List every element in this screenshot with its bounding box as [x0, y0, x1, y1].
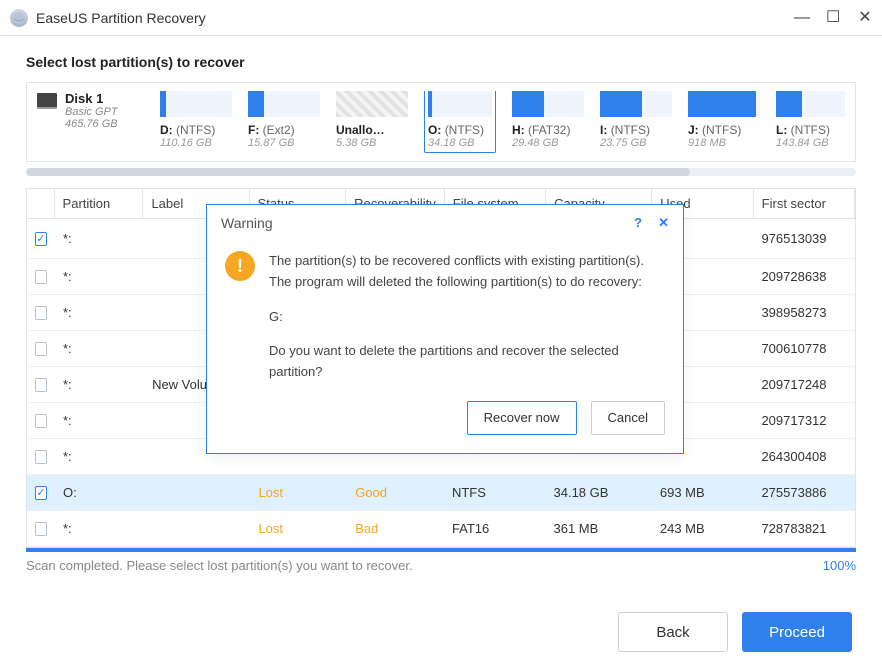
row-status: Lost: [250, 511, 347, 546]
row-partition: *:: [55, 403, 144, 438]
row-partition: O:: [55, 475, 144, 510]
partition-card[interactable]: O: (NTFS)34.18 GB: [424, 91, 496, 153]
row-first-sector: 728783821: [753, 511, 855, 546]
status-message: Scan completed. Please select lost parti…: [26, 558, 413, 573]
close-button[interactable]: ✕: [858, 10, 872, 26]
row-partition: *:: [55, 259, 144, 294]
row-recoverability: Bad: [347, 511, 444, 546]
app-title: EaseUS Partition Recovery: [36, 10, 206, 26]
row-first-sector: 209717248: [753, 367, 855, 402]
row-recoverability: Good: [347, 475, 444, 510]
cancel-button[interactable]: Cancel: [591, 401, 665, 435]
disk-info: Disk 1 Basic GPT 465.76 GB: [37, 91, 142, 130]
title-bar: EaseUS Partition Recovery — ☐ ✕: [0, 0, 882, 36]
disk-size: 465.76 GB: [65, 118, 118, 130]
row-first-sector: 264300408: [753, 439, 855, 474]
row-first-sector: 700610778: [753, 331, 855, 366]
row-label: [144, 475, 250, 510]
warning-icon: !: [225, 251, 255, 281]
minimize-button[interactable]: —: [794, 10, 808, 26]
partition-card[interactable]: J: (NTFS)918 MB: [688, 91, 760, 153]
row-first-sector: 209717312: [753, 403, 855, 438]
warning-dialog: Warning ? ✕ ! The partition(s) to be rec…: [206, 204, 684, 454]
table-row[interactable]: *: LostBadFAT16361 MB243 MB728783821: [27, 511, 855, 547]
row-checkbox[interactable]: [35, 378, 47, 392]
col-firstsect[interactable]: First sector: [754, 189, 855, 218]
recover-now-button[interactable]: Recover now: [467, 401, 577, 435]
row-filesystem: FAT16: [444, 511, 546, 546]
row-partition: *:: [55, 219, 144, 258]
row-first-sector: 976513039: [753, 219, 855, 258]
app-icon: [10, 9, 28, 27]
row-checkbox[interactable]: [35, 522, 47, 536]
partition-card[interactable]: F: (Ext2)15.87 GB: [248, 91, 320, 153]
row-checkbox[interactable]: [35, 342, 47, 356]
disk-icon: [37, 93, 57, 107]
row-checkbox[interactable]: [35, 450, 47, 464]
row-checkbox[interactable]: [35, 232, 47, 246]
partition-card[interactable]: D: (NTFS)110.16 GB: [160, 91, 232, 153]
dialog-close-icon[interactable]: ✕: [658, 215, 669, 231]
partition-card[interactable]: Unallo… 5.38 GB: [336, 91, 408, 153]
dialog-message-2: Do you want to delete the partitions and…: [269, 341, 665, 383]
partition-card[interactable]: H: (FAT32)29.48 GB: [512, 91, 584, 153]
row-capacity: 34.18 GB: [546, 475, 652, 510]
row-capacity: 361 MB: [546, 511, 652, 546]
row-partition: *:: [55, 511, 144, 546]
proceed-button[interactable]: Proceed: [742, 612, 852, 652]
page-heading: Select lost partition(s) to recover: [26, 54, 856, 70]
maximize-button[interactable]: ☐: [826, 10, 840, 26]
table-row[interactable]: O: LostGoodNTFS34.18 GB693 MB275573886: [27, 475, 855, 511]
row-first-sector: 275573886: [753, 475, 855, 510]
disk-type: Basic GPT: [65, 106, 118, 118]
row-label: [144, 511, 250, 546]
row-first-sector: 209728638: [753, 259, 855, 294]
row-checkbox[interactable]: [35, 270, 47, 284]
dialog-drive-list: G:: [269, 307, 665, 328]
disk-name: Disk 1: [65, 91, 118, 106]
dialog-message-1: The partition(s) to be recovered conflic…: [269, 251, 665, 293]
partition-card[interactable]: L: (NTFS)143.84 GB: [776, 91, 845, 153]
status-percent: 100%: [823, 558, 856, 573]
row-status: Lost: [250, 475, 347, 510]
col-partition[interactable]: Partition: [55, 189, 144, 218]
strip-scrollbar[interactable]: [26, 168, 856, 176]
dialog-title: Warning: [221, 215, 273, 231]
row-first-sector: 398958273: [753, 295, 855, 330]
row-used: 693 MB: [652, 475, 754, 510]
help-icon[interactable]: ?: [634, 215, 642, 231]
row-checkbox[interactable]: [35, 486, 47, 500]
row-partition: *:: [55, 331, 144, 366]
row-partition: *:: [55, 295, 144, 330]
row-used: 243 MB: [652, 511, 754, 546]
row-checkbox[interactable]: [35, 306, 47, 320]
row-checkbox[interactable]: [35, 414, 47, 428]
row-filesystem: NTFS: [444, 475, 546, 510]
partition-strip: Disk 1 Basic GPT 465.76 GB D: (NTFS)110.…: [26, 82, 856, 162]
row-partition: *:: [55, 439, 144, 474]
scan-progress-bar: [26, 548, 856, 552]
back-button[interactable]: Back: [618, 612, 728, 652]
row-partition: *:: [55, 367, 144, 402]
partition-card[interactable]: I: (NTFS)23.75 GB: [600, 91, 672, 153]
